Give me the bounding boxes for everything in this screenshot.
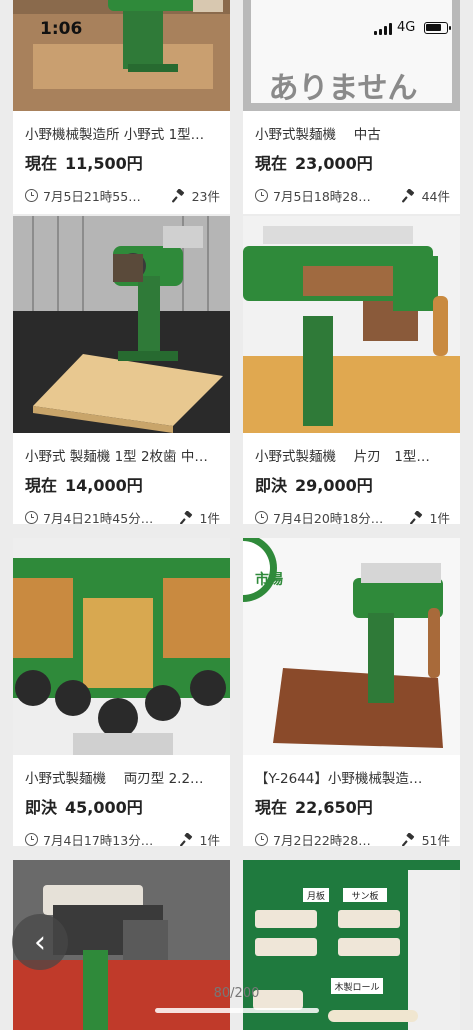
market-badge-text: 市場: [255, 571, 283, 588]
price-label: 現在: [255, 154, 288, 173]
listing-card[interactable]: ありません 小野式製麺機 中古 現在 23,000円 7月5日18時28… 44件: [243, 0, 460, 214]
price-value: 45,000円: [65, 798, 143, 817]
parts-layout-image: 月板 サン板 木製ロール: [243, 860, 460, 1030]
bid-count: 1件: [409, 508, 450, 524]
bid-count: 1件: [179, 508, 220, 524]
price-label: 現在: [255, 798, 288, 817]
price-label: 即決: [255, 476, 288, 495]
clock-icon: [255, 189, 268, 202]
listing-card[interactable]: 小野式製麺機 両刃型 2.2… 即決 45,000円 7月4日17時13分… 1件: [13, 538, 230, 846]
gavel-icon: [179, 832, 192, 846]
clock-icon: [25, 833, 38, 846]
bid-count: 1件: [179, 830, 220, 846]
listing-price: 現在 11,500円: [25, 150, 143, 174]
listing-price: 即決 29,000円: [255, 472, 373, 496]
image-counter: 80/200: [213, 986, 260, 1001]
listing-meta: 7月4日21時45分… 1件: [25, 508, 220, 524]
listing-price: 現在 23,000円: [255, 150, 373, 174]
clock-icon: [25, 189, 38, 202]
price-value: 23,000円: [295, 154, 373, 173]
listing-card[interactable]: 月板 サン板 木製ロール: [243, 860, 460, 1030]
home-indicator[interactable]: [155, 1008, 319, 1013]
bid-count-value: 51件: [421, 833, 450, 846]
gavel-icon: [401, 832, 414, 846]
listing-price: 即決 45,000円: [25, 794, 143, 818]
listing-title[interactable]: 小野式 製麺機 1型 2枚歯 中…: [25, 445, 220, 465]
gavel-icon: [179, 510, 192, 524]
listing-card[interactable]: 小野式製麺機 片刃 1型… 即決 29,000円 7月4日20時18分… 1件: [243, 216, 460, 524]
listing-meta: 7月5日18時28… 44件: [255, 186, 450, 205]
noodle-machine-image: [13, 0, 230, 111]
listing-thumbnail[interactable]: 市場: [243, 538, 460, 755]
listing-thumbnail[interactable]: ありません: [243, 0, 460, 111]
listing-title[interactable]: 小野式製麺機 片刃 1型…: [255, 445, 450, 465]
back-button[interactable]: ‹: [12, 914, 68, 970]
price-label: 現在: [25, 476, 58, 495]
bid-count-value: 23件: [191, 189, 220, 204]
listing-meta: 7月5日21時55… 23件: [25, 186, 220, 205]
price-value: 29,000円: [295, 476, 373, 495]
bid-count: 23件: [171, 186, 220, 205]
listing-price: 現在 22,650円: [255, 794, 373, 818]
end-time: 7月4日20時18分…: [273, 511, 384, 524]
listing-title[interactable]: 【Y-2644】小野機械製造…: [255, 767, 450, 787]
noodle-machine-white-bg-image: 市場: [243, 538, 460, 755]
clock-icon: [25, 511, 38, 524]
listing-card[interactable]: 市場 【Y-2644】小野機械製造… 現在 22,650円 7月2日22時28… …: [243, 538, 460, 846]
bid-count-value: 1件: [199, 511, 220, 524]
price-value: 14,000円: [65, 476, 143, 495]
bid-count-value: 44件: [421, 189, 450, 204]
gear-rollers-image: [13, 538, 230, 755]
listing-meta: 7月4日20時18分… 1件: [255, 508, 450, 524]
end-time: 7月5日18時28…: [273, 189, 371, 204]
placeholder-text: ありません: [268, 71, 417, 106]
listing-price: 現在 14,000円: [25, 472, 143, 496]
price-label: 現在: [25, 154, 58, 173]
end-time: 7月4日17時13分…: [43, 833, 154, 846]
listing-thumbnail[interactable]: [13, 0, 230, 111]
bid-count-value: 1件: [199, 833, 220, 846]
part-label: 月板: [307, 890, 325, 902]
listing-title[interactable]: 小野機械製造所 小野式 1型…: [25, 123, 220, 143]
listing-thumbnail[interactable]: [13, 216, 230, 433]
bid-count: 51件: [401, 830, 450, 846]
gavel-icon: [401, 188, 414, 202]
listing-card[interactable]: 小野式 製麺機 1型 2枚歯 中… 現在 14,000円 7月4日21時45分… …: [13, 216, 230, 524]
listing-card[interactable]: 小野機械製造所 小野式 1型… 現在 11,500円 7月5日21時55… 23件: [13, 0, 230, 214]
end-time: 7月4日21時45分…: [43, 511, 154, 524]
no-image-placeholder: ありません: [243, 0, 460, 111]
chevron-left-icon: ‹: [34, 924, 46, 960]
clock-icon: [255, 833, 268, 846]
listing-grid: 小野機械製造所 小野式 1型… 現在 11,500円 7月5日21時55… 23件…: [0, 0, 473, 1030]
listing-thumbnail[interactable]: [243, 216, 460, 433]
gavel-icon: [171, 188, 184, 202]
clock-icon: [255, 511, 268, 524]
price-value: 22,650円: [295, 798, 373, 817]
listing-meta: 7月2日22時28… 51件: [255, 830, 450, 846]
listing-title[interactable]: 小野式製麺機 両刃型 2.2…: [25, 767, 220, 787]
green-noodle-machine-closeup-image: [243, 216, 460, 433]
price-value: 11,500円: [65, 154, 143, 173]
green-noodle-machine-image: [13, 216, 230, 433]
bid-count-value: 1件: [429, 511, 450, 524]
bid-count: 44件: [401, 186, 450, 205]
gavel-icon: [409, 510, 422, 524]
price-label: 即決: [25, 798, 58, 817]
end-time: 7月5日21時55…: [43, 189, 141, 204]
part-label: サン板: [351, 890, 378, 902]
listing-title[interactable]: 小野式製麺機 中古: [255, 123, 450, 143]
end-time: 7月2日22時28…: [273, 833, 371, 846]
listing-thumbnail[interactable]: 月板 サン板 木製ロール: [243, 860, 460, 1030]
listing-meta: 7月4日17時13分… 1件: [25, 830, 220, 846]
listing-thumbnail[interactable]: [13, 538, 230, 755]
